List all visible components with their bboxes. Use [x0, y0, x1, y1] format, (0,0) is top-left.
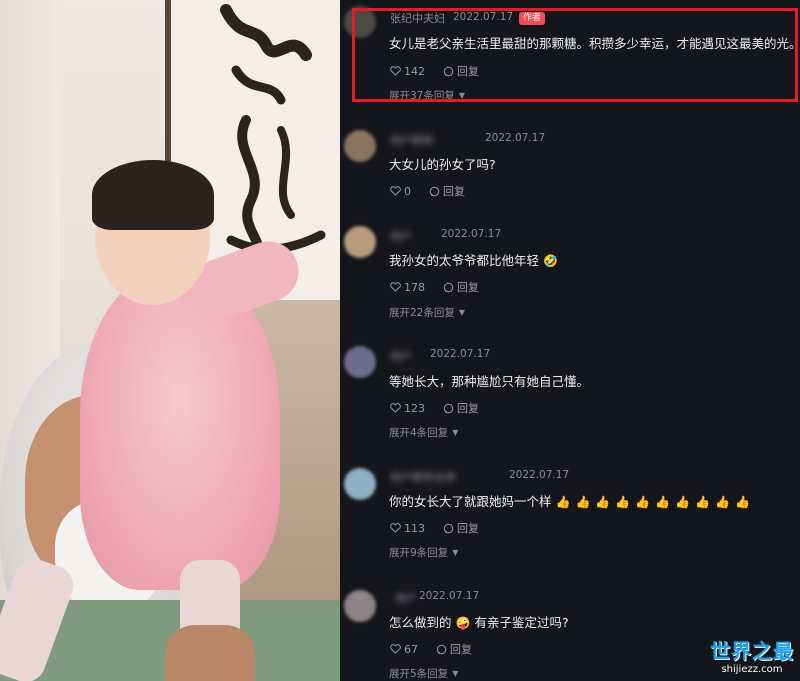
reply-button[interactable]: 回复 [443, 63, 479, 79]
photo-panel [0, 0, 340, 681]
like-count: 178 [404, 280, 425, 294]
reply-button[interactable]: 回复 [436, 641, 472, 657]
comment-date: 2022.07.17 [453, 11, 514, 23]
expand-replies-link[interactable]: 展开9条回复 ▼ [389, 545, 458, 560]
commenter-name[interactable]: 用户 [390, 228, 412, 244]
like-button[interactable]: 178 [390, 281, 425, 294]
chevron-down-icon: ▼ [452, 548, 459, 557]
comment-text-body: 我孙女的太爷爷都比他年轻 [389, 253, 540, 268]
comment-text: 你的女长大了就跟她妈一个样 👍👍👍👍👍👍👍👍👍👍 [389, 491, 755, 510]
comment-text-body: 你的女长大了就跟她妈一个样 [389, 494, 552, 509]
comment-text-body: 怎么做到的 [389, 615, 452, 630]
expand-replies-link[interactable]: 展开4条回复 ▼ [389, 425, 458, 440]
chevron-down-icon: ▼ [452, 428, 459, 437]
like-button[interactable]: 0 [390, 185, 411, 198]
expand-replies-link[interactable]: 展开5条回复 ▼ [389, 666, 458, 681]
expand-replies-label: 展开37条回复 [389, 90, 455, 102]
reply-button[interactable]: 回复 [443, 279, 479, 295]
thumbs-up-emoji-icon: 👍👍👍👍👍👍👍👍👍👍 [555, 495, 755, 509]
commenter-name[interactable]: 用户昵称名称 [390, 469, 456, 485]
avatar[interactable] [344, 468, 376, 500]
avatar[interactable] [344, 226, 376, 258]
reply-icon [443, 282, 454, 292]
reply-icon [443, 523, 454, 533]
like-count: 123 [404, 401, 425, 415]
heart-icon [390, 66, 401, 76]
child-dress [80, 270, 280, 590]
like-button[interactable]: 142 [390, 65, 425, 78]
like-count: 113 [404, 521, 425, 535]
reply-label: 回复 [457, 402, 479, 415]
reply-icon [443, 403, 454, 413]
comment-text: 等她长大，那种尴尬只有她自己懂。 [389, 374, 590, 389]
reply-icon [443, 66, 454, 76]
commenter-name[interactable]: 用户昵称 [390, 132, 434, 148]
comment-text: 怎么做到的 🤪 有亲子鉴定过吗? [389, 612, 569, 631]
comment-date: 2022.07.17 [441, 228, 502, 240]
like-button[interactable]: 67 [390, 643, 418, 656]
man-hand [165, 625, 255, 681]
avatar[interactable] [344, 130, 376, 162]
commenter-name[interactable]: 用户 [395, 590, 417, 606]
comment-date: 2022.07.17 [430, 348, 491, 360]
reply-label: 回复 [443, 185, 465, 198]
expand-replies-link[interactable]: 展开37条回复 ▼ [389, 88, 465, 103]
reply-icon [436, 644, 447, 654]
reply-button[interactable]: 回复 [443, 400, 479, 416]
comment-text: 我孙女的太爷爷都比他年轻 🤣 [389, 250, 558, 269]
chevron-down-icon: ▼ [458, 91, 466, 100]
like-button[interactable]: 123 [390, 402, 425, 415]
expand-replies-label: 展开9条回复 [389, 547, 449, 559]
reply-label: 回复 [457, 65, 479, 78]
comment-actions: 142 回复 [390, 63, 497, 79]
like-count: 142 [404, 64, 425, 78]
commenter-name[interactable]: 张纪中夫妇 [390, 10, 445, 26]
comments-panel: 张纪中夫妇 2022.07.17 作者 女儿是老父亲生活里最甜的那颗糖。积攒多少… [340, 0, 800, 681]
comment-text: 女儿是老父亲生活里最甜的那颗糖。积攒多少幸运，才能遇见这最美的光。 [389, 36, 800, 51]
expand-replies-link[interactable]: 展开22条回复 ▼ [389, 305, 465, 320]
avatar[interactable] [344, 346, 376, 378]
comment-actions: 0 回复 [390, 183, 483, 199]
comment-date: 2022.07.17 [485, 132, 546, 144]
comment-date: 2022.07.17 [419, 590, 480, 602]
avatar[interactable] [344, 590, 376, 622]
heart-icon [390, 403, 401, 413]
reply-label: 回复 [457, 522, 479, 535]
author-badge: 作者 [519, 12, 546, 25]
comment-text-body: 有亲子鉴定过吗? [474, 615, 569, 630]
expand-replies-label: 展开4条回复 [389, 427, 449, 439]
comment-actions: 67 回复 [390, 641, 490, 657]
laughing-emoji-icon: 🤣 [543, 254, 558, 268]
watermark-url: shijiezz.com [721, 664, 783, 675]
reply-button[interactable]: 回复 [443, 520, 479, 536]
watermark-title: 世界之最 [710, 639, 794, 663]
like-count: 0 [404, 184, 411, 198]
heart-icon [390, 282, 401, 292]
comment-text: 大女儿的孙女了吗? [389, 157, 496, 172]
like-count: 67 [404, 642, 418, 656]
watermark-logo: 世界之最 shijiezz.com [710, 635, 794, 675]
avatar[interactable] [344, 6, 376, 38]
comment-actions: 123 回复 [390, 400, 497, 416]
zany-face-emoji-icon: 🤪 [455, 616, 471, 630]
comment-actions: 113 回复 [390, 520, 497, 536]
reply-icon [429, 186, 440, 196]
reply-button[interactable]: 回复 [429, 183, 465, 199]
commenter-name[interactable]: 用户 [390, 348, 412, 364]
comment-date: 2022.07.17 [509, 469, 570, 481]
reply-label: 回复 [450, 643, 472, 656]
chevron-down-icon: ▼ [458, 308, 466, 317]
heart-icon [390, 523, 401, 533]
reply-label: 回复 [457, 281, 479, 294]
heart-icon [390, 644, 401, 654]
child-hair [92, 160, 214, 230]
like-button[interactable]: 113 [390, 522, 425, 535]
expand-replies-label: 展开22条回复 [389, 307, 455, 319]
comment-actions: 178 回复 [390, 279, 497, 295]
expand-replies-label: 展开5条回复 [389, 668, 449, 680]
heart-icon [390, 186, 401, 196]
chevron-down-icon: ▼ [452, 669, 459, 678]
